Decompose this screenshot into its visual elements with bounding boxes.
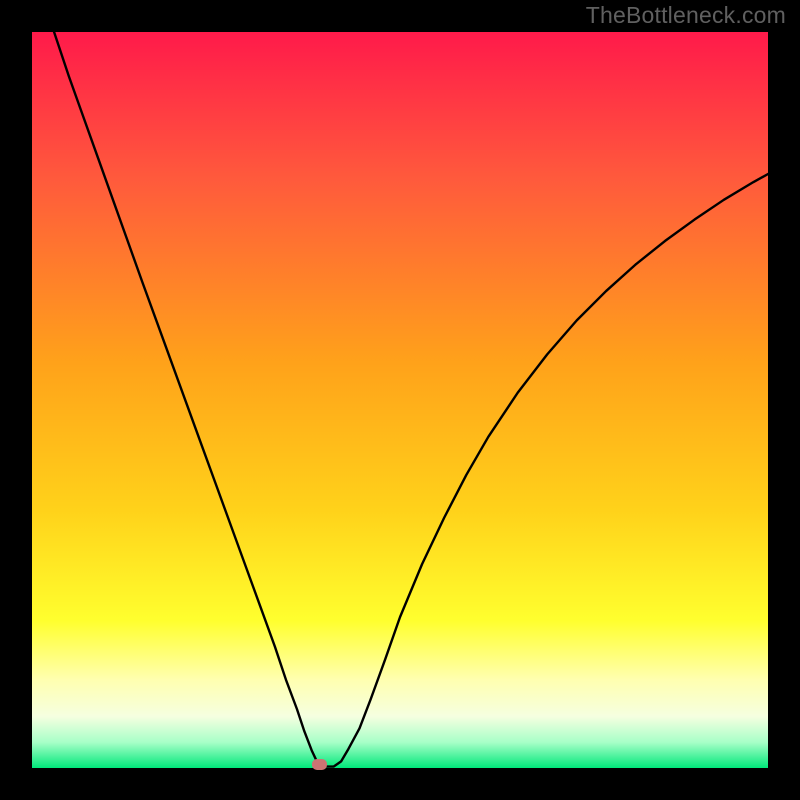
chart-container: TheBottleneck.com — [0, 0, 800, 800]
watermark-text: TheBottleneck.com — [586, 2, 786, 29]
optimal-point-marker — [312, 759, 327, 770]
plot-area — [32, 32, 768, 768]
gradient-background — [32, 32, 768, 768]
